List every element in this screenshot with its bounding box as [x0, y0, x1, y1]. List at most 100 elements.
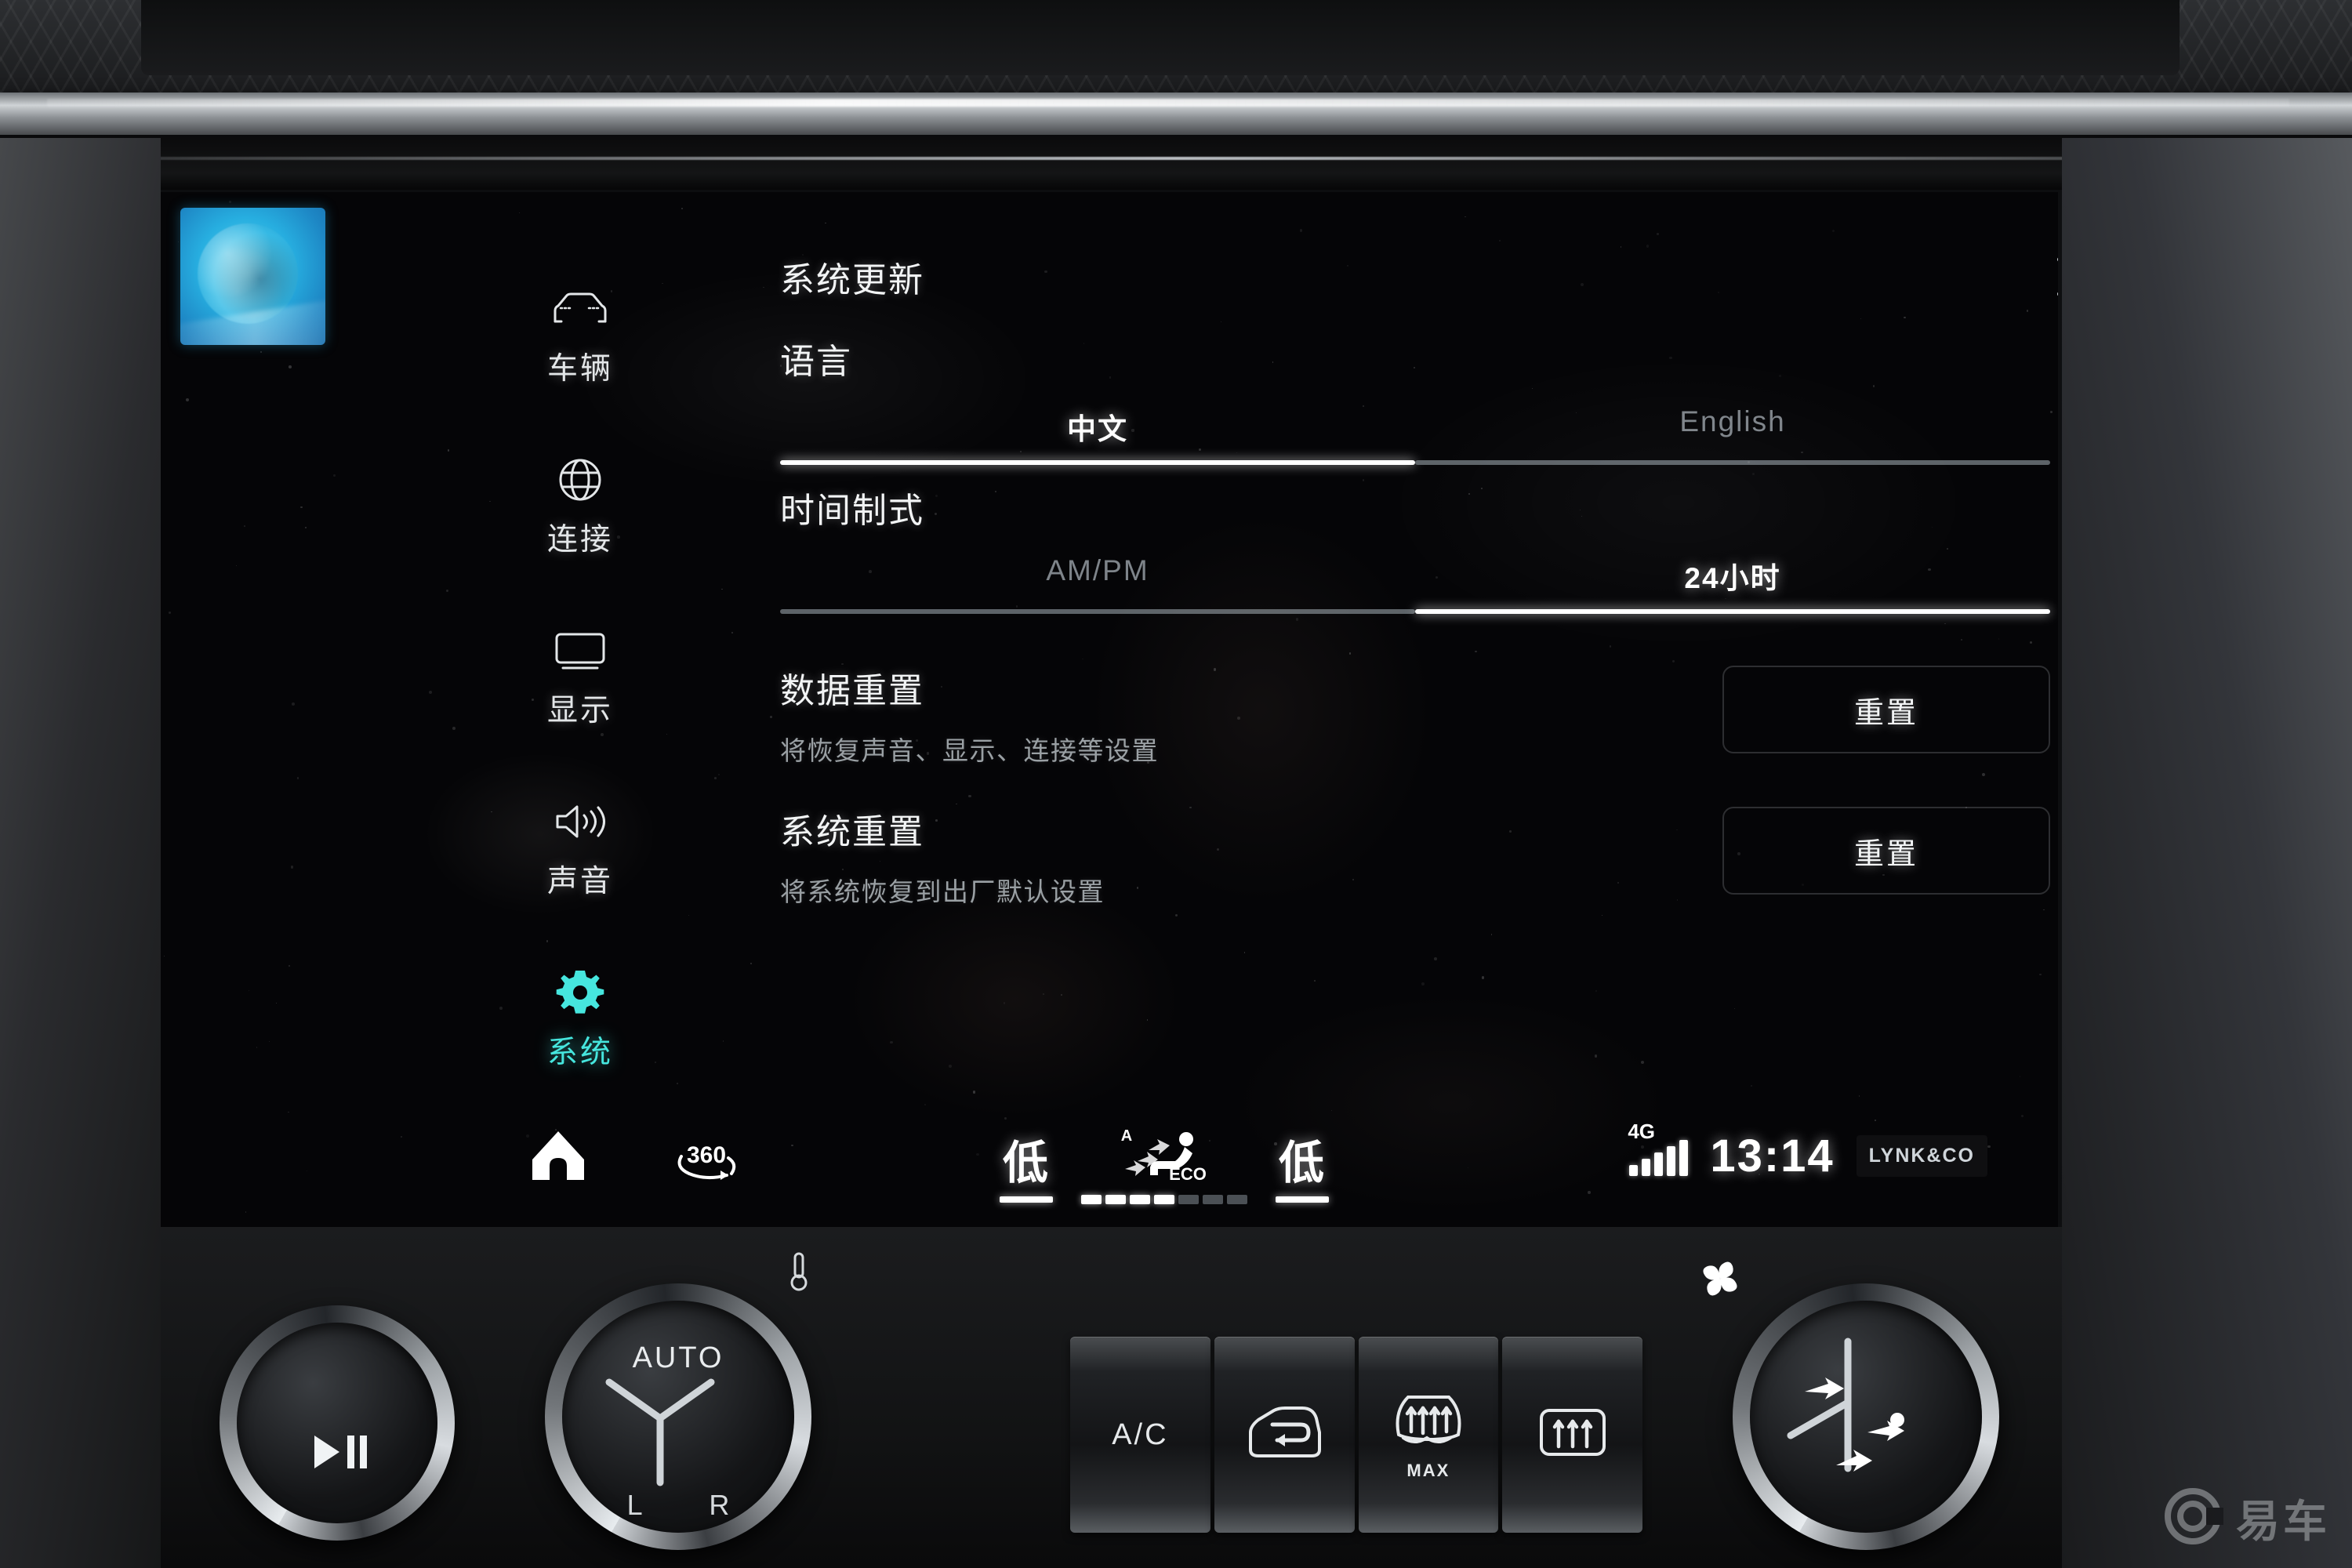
system-reset-subtitle: 将系统恢复到出厂默认设置: [780, 877, 1105, 906]
chrome-bezel-highlight: [47, 99, 2289, 107]
data-reset-text: 数据重置 将恢复声音、显示、连接等设置: [780, 662, 1722, 768]
fan-segment[interactable]: [1178, 1195, 1199, 1204]
svg-text:360: 360: [687, 1142, 726, 1168]
sidebar-item-label: 声音: [546, 865, 613, 898]
car-icon: [550, 285, 610, 333]
knob-face: [237, 1323, 437, 1523]
climate-console: AUTO L R A/C MAX: [161, 1227, 2062, 1568]
dash-panel-left: [0, 138, 161, 1568]
auto-temperature-knob[interactable]: AUTO L R: [545, 1252, 811, 1550]
language-option-chinese[interactable]: 中文: [780, 405, 1415, 465]
globe-icon: [550, 456, 610, 504]
svg-text:ECO: ECO: [1169, 1164, 1207, 1184]
yiche-watermark: 易车: [2162, 1486, 2330, 1551]
chevron-right-icon[interactable]: [2056, 256, 2058, 297]
fan-segment[interactable]: [1154, 1195, 1174, 1204]
temp-left-underline: [1000, 1196, 1053, 1203]
settings-sidebar[interactable]: 车辆 连接 显示 声音 系统: [490, 251, 670, 1105]
signal-strength-icon: 4G: [1628, 1120, 1689, 1176]
fan-icon: [1697, 1257, 1744, 1306]
rear-defrost-button[interactable]: [1502, 1337, 1642, 1533]
segment-underline: [1415, 460, 2050, 465]
recirculation-button[interactable]: [1214, 1337, 1355, 1533]
sidebar-item-vehicle[interactable]: 车辆: [498, 251, 662, 422]
segment-underline: [780, 609, 1415, 614]
front-defrost-button[interactable]: MAX: [1358, 1337, 1499, 1533]
auto-lr-label: L R: [626, 1489, 760, 1521]
clock: 13:14: [1710, 1131, 1835, 1181]
fan-speed-segments[interactable]: [1081, 1195, 1247, 1204]
fan-segment[interactable]: [1203, 1195, 1223, 1204]
knob-face: AUTO L R: [562, 1301, 794, 1533]
fan-direction-knob[interactable]: [1703, 1261, 1999, 1550]
sidebar-item-label: 连接: [546, 523, 613, 557]
airflow-direction-glyphs: [1805, 1377, 1904, 1472]
temp-right-value: 低: [1278, 1137, 1326, 1189]
thermometer-icon: [783, 1249, 815, 1297]
segment-underline: [780, 460, 1415, 465]
status-bar: 360 低 A ECO 低 4G 13:14 LYNK&CO: [161, 1102, 2058, 1227]
fan-segment[interactable]: [1105, 1195, 1126, 1204]
yiche-watermark-text: 易车: [2236, 1497, 2330, 1546]
svg-text:A: A: [1121, 1127, 1132, 1145]
language-title: 语言: [780, 343, 852, 381]
segment-label: 24小时: [1684, 562, 1781, 594]
knob-spokes: [605, 1378, 715, 1486]
speaker-icon: [550, 797, 610, 846]
sidebar-item-label: 显示: [546, 694, 613, 728]
yiche-logo-icon: [2162, 1486, 2223, 1551]
segment-label: English: [1679, 405, 1786, 437]
sidebar-item-display[interactable]: 显示: [498, 593, 662, 764]
fan-segment[interactable]: [1130, 1195, 1150, 1204]
airflow-control[interactable]: A ECO: [1081, 1123, 1247, 1204]
brand-logo: LYNK&CO: [1856, 1135, 1987, 1177]
recirculation-icon: [1241, 1403, 1327, 1468]
data-reset-subtitle: 将恢复声音、显示、连接等设置: [780, 736, 1159, 765]
camera-360-button[interactable]: 360: [670, 1136, 742, 1189]
setting-row-system-reset: 系统重置 将系统恢复到出厂默认设置 重置: [780, 804, 2050, 909]
setting-row-language: 语言 中文 English: [780, 333, 2050, 465]
gear-icon: [550, 968, 610, 1017]
monitor-icon: [550, 626, 610, 675]
sidebar-item-label: 系统: [546, 1036, 613, 1069]
climate-status-group[interactable]: 低 A ECO 低: [1000, 1123, 1329, 1204]
play-pause-icon: [303, 1429, 371, 1479]
home-icon: [529, 1128, 587, 1187]
language-option-english[interactable]: English: [1415, 405, 2050, 465]
time-format-segmented-control[interactable]: AM/PM 24小时: [780, 554, 2050, 614]
time-format-title: 时间制式: [780, 492, 924, 530]
dash-panel-right: [2062, 138, 2352, 1568]
sidebar-item-system[interactable]: 系统: [498, 935, 662, 1105]
front-defrost-max-label: MAX: [1406, 1460, 1450, 1480]
data-reset-title: 数据重置: [780, 672, 924, 710]
knob-face: [1750, 1301, 1982, 1533]
segment-label: AM/PM: [1046, 554, 1149, 586]
temp-left-value: 低: [1002, 1137, 1050, 1189]
infotainment-screen[interactable]: 车辆 连接 显示 声音 系统 系统更新 语言 中文 English 时间制式 A…: [161, 192, 2058, 1227]
blue-moon-sticker: [180, 208, 325, 345]
settings-content: 系统更新 语言 中文 English 时间制式 AM/PM 24小时 数据重置 …: [662, 223, 2058, 1125]
360-camera-icon: 360: [670, 1136, 742, 1189]
language-segmented-control[interactable]: 中文 English: [780, 405, 2050, 465]
sidebar-item-sound[interactable]: 声音: [498, 764, 662, 935]
sidebar-item-connectivity[interactable]: 连接: [498, 422, 662, 593]
temp-right-underline: [1276, 1196, 1329, 1203]
fan-segment[interactable]: [1227, 1195, 1247, 1204]
system-reset-button[interactable]: 重置: [1722, 807, 2050, 895]
ac-button[interactable]: A/C: [1070, 1337, 1210, 1533]
temp-right[interactable]: 低: [1276, 1126, 1329, 1203]
rear-defrost-icon: [1534, 1403, 1612, 1468]
setting-row-time-format: 时间制式 AM/PM 24小时: [780, 482, 2050, 614]
climate-button-bar[interactable]: A/C MAX: [1070, 1337, 1642, 1533]
screen-bezel: [0, 135, 2352, 190]
time-format-option-24h[interactable]: 24小时: [1415, 554, 2050, 614]
home-button[interactable]: [529, 1128, 587, 1187]
fan-segment[interactable]: [1081, 1195, 1102, 1204]
setting-row-system-update[interactable]: 系统更新: [780, 223, 2058, 329]
sidebar-item-label: 车辆: [546, 352, 613, 386]
time-format-option-ampm[interactable]: AM/PM: [780, 554, 1415, 614]
segment-underline: [1415, 609, 2050, 614]
data-reset-button[interactable]: 重置: [1722, 666, 2050, 753]
media-volume-knob[interactable]: [220, 1305, 455, 1541]
temp-left[interactable]: 低: [1000, 1126, 1053, 1203]
